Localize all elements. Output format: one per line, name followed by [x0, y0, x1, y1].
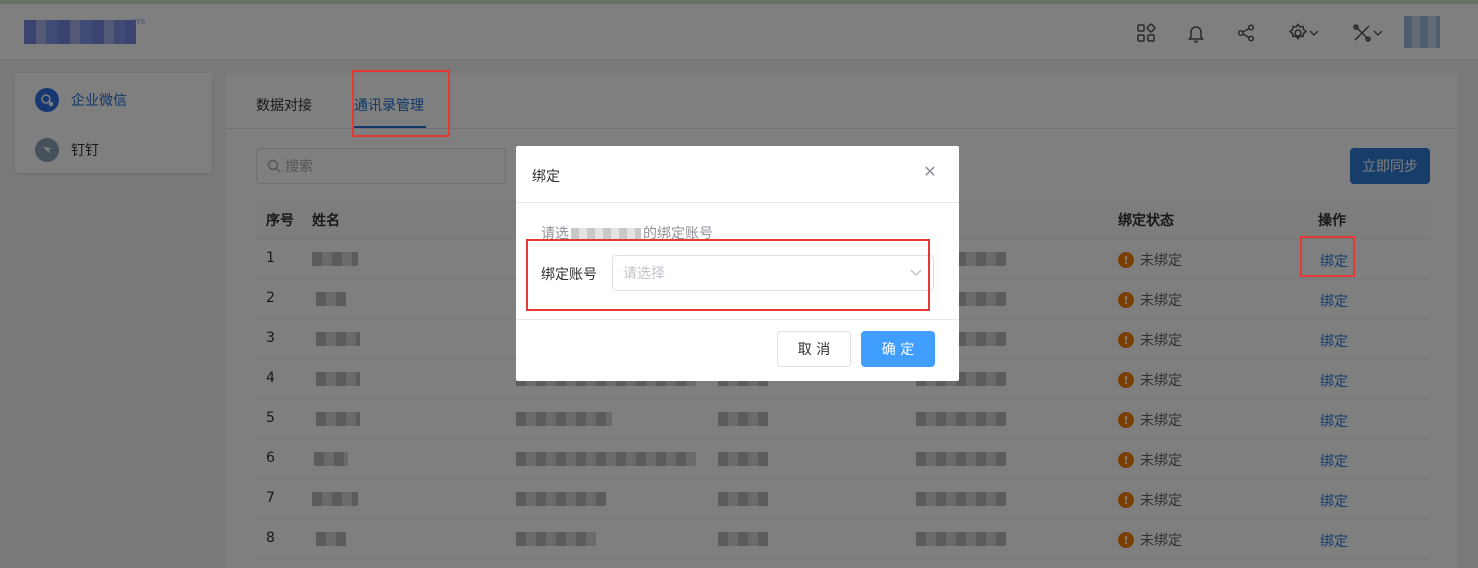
highlight-box-field: [526, 239, 930, 311]
highlight-box-bind: [1300, 236, 1355, 277]
divider: [516, 202, 959, 203]
confirm-button[interactable]: 确 定: [861, 331, 935, 367]
bind-dialog: 绑定 ✕ 请选 的绑定账号 绑定账号 请选择 取 消 确 定: [516, 146, 959, 381]
close-icon[interactable]: ✕: [922, 164, 938, 180]
dialog-title: 绑定: [532, 169, 560, 185]
cancel-button[interactable]: 取 消: [777, 331, 851, 367]
divider: [516, 319, 959, 320]
highlight-box-tab: [352, 70, 450, 137]
